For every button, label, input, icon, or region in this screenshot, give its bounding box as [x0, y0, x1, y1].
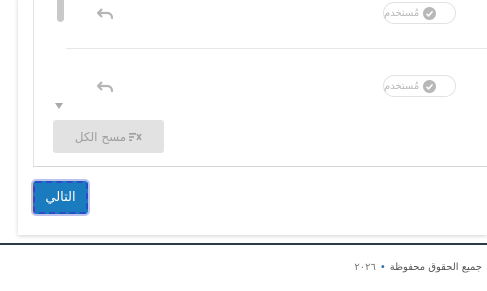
row-divider	[66, 48, 487, 49]
clear-all-button[interactable]: مسح الكل	[53, 120, 164, 153]
scrollbar-thumb[interactable]	[57, 0, 64, 22]
footer: جميع الحقوق محفوظة • ٢٠٢٦	[354, 262, 482, 273]
check-circle-icon	[423, 79, 437, 93]
next-button[interactable]: التالي	[31, 179, 90, 216]
status-badge: مُستخدم	[383, 75, 456, 97]
status-label: مُستخدم	[384, 80, 420, 92]
undo-icon[interactable]	[96, 80, 114, 94]
footer-divider	[0, 243, 487, 245]
check-circle-icon	[423, 6, 437, 20]
footer-rights-text: جميع الحقوق محفوظة	[389, 262, 482, 273]
footer-year: ٢٠٢٦	[354, 262, 376, 273]
footer-separator: •	[379, 262, 386, 273]
clear-all-icon	[129, 132, 142, 141]
status-badge: مُستخدم	[383, 2, 456, 24]
clear-all-label: مسح الكل	[74, 129, 127, 144]
status-label: مُستخدم	[384, 7, 420, 19]
undo-icon[interactable]	[96, 7, 114, 21]
next-button-label: التالي	[45, 190, 76, 205]
scroll-down-arrow-icon[interactable]	[55, 103, 63, 109]
